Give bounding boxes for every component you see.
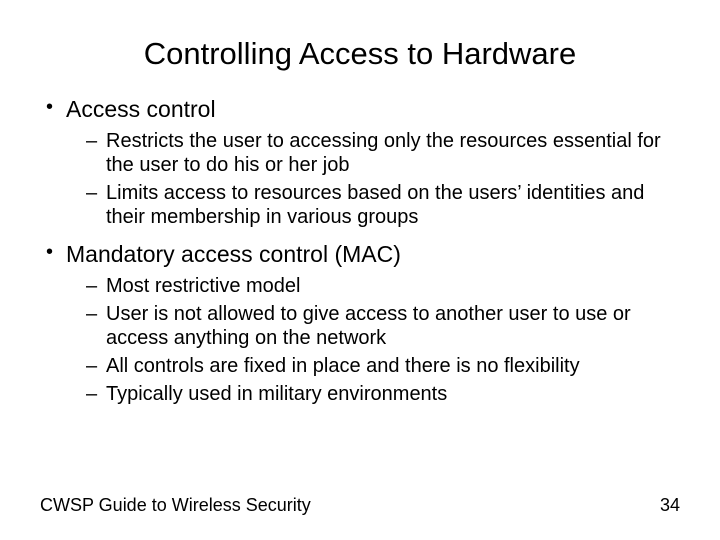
slide-title: Controlling Access to Hardware [40, 36, 680, 72]
level2-bullet: Limits access to resources based on the … [40, 181, 680, 229]
level2-bullet: User is not allowed to give access to an… [40, 302, 680, 350]
level1-bullet: Mandatory access control (MAC) [40, 241, 680, 268]
page-number: 34 [660, 495, 680, 516]
level2-bullet: Typically used in military environments [40, 382, 680, 406]
slide: Controlling Access to Hardware Access co… [0, 0, 720, 540]
footer: CWSP Guide to Wireless Security 34 [40, 495, 680, 516]
level2-bullet: Restricts the user to accessing only the… [40, 129, 680, 177]
section: Access control Restricts the user to acc… [40, 96, 680, 229]
section: Mandatory access control (MAC) Most rest… [40, 241, 680, 406]
footer-left: CWSP Guide to Wireless Security [40, 495, 311, 516]
level1-bullet: Access control [40, 96, 680, 123]
bullet-list: Access control Restricts the user to acc… [40, 96, 680, 406]
level2-bullet: All controls are fixed in place and ther… [40, 354, 680, 378]
level2-bullet: Most restrictive model [40, 274, 680, 298]
